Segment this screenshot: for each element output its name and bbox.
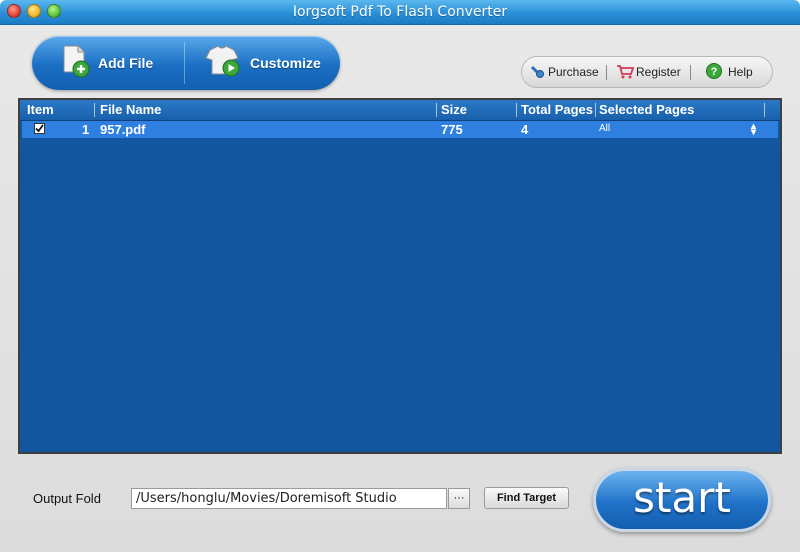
purchase-label: Purchase (548, 65, 599, 79)
row-file-name: 957.pdf (100, 122, 146, 137)
links-separator (606, 65, 607, 80)
column-header-file-name[interactable]: File Name (100, 102, 161, 117)
column-separator (516, 103, 517, 117)
row-checkbox[interactable] (34, 123, 45, 134)
register-link[interactable]: Register (616, 57, 681, 87)
column-header-size[interactable]: Size (441, 102, 467, 117)
customize-label: Customize (250, 55, 321, 71)
start-button[interactable]: start (593, 468, 771, 532)
toolbar-divider (184, 42, 185, 84)
table-header: Item File Name Size Total Pages Selected… (20, 100, 780, 121)
row-size: 775 (441, 122, 463, 137)
output-folder-field[interactable]: /Users/honglu/Movies/Doremisoft Studio (131, 488, 447, 509)
browse-button[interactable]: ··· (448, 488, 470, 509)
column-separator (764, 103, 765, 117)
svg-text:?: ? (711, 66, 718, 78)
table-row[interactable]: 1 957.pdf 775 4 All ▴ ▾ (22, 121, 778, 138)
help-label: Help (728, 65, 753, 79)
title-bar: Iorgsoft Pdf To Flash Converter (0, 0, 800, 25)
find-target-button[interactable]: Find Target (484, 487, 569, 509)
app-window: Iorgsoft Pdf To Flash Converter Add File (0, 0, 800, 552)
row-item-number: 1 (82, 122, 90, 137)
add-file-icon (60, 44, 92, 83)
column-header-total-pages[interactable]: Total Pages (521, 102, 593, 117)
start-label: start (633, 473, 731, 522)
row-selected-pages[interactable]: All (599, 123, 610, 134)
purchase-icon (530, 63, 546, 82)
file-table: Item File Name Size Total Pages Selected… (18, 98, 782, 454)
customize-shirt-icon (204, 44, 244, 83)
customize-button[interactable]: Customize (204, 36, 340, 90)
links-bar: Purchase Register ? Help (521, 56, 773, 88)
register-cart-icon (616, 63, 635, 82)
row-total-pages: 4 (521, 122, 529, 137)
output-folder-label: Output Fold (33, 491, 101, 506)
main-toolbar: Add File Customize (32, 36, 340, 90)
window-title: Iorgsoft Pdf To Flash Converter (292, 4, 508, 20)
register-label: Register (636, 65, 681, 79)
add-file-label: Add File (98, 55, 154, 71)
column-separator (595, 103, 596, 117)
help-link[interactable]: ? Help (706, 57, 753, 87)
column-header-selected-pages[interactable]: Selected Pages (599, 102, 694, 117)
purchase-link[interactable]: Purchase (530, 57, 599, 87)
add-file-button[interactable]: Add File (60, 36, 180, 90)
column-separator (94, 103, 95, 117)
column-header-item[interactable]: Item (27, 102, 54, 117)
links-separator (690, 65, 691, 80)
help-icon: ? (706, 62, 722, 82)
selected-pages-stepper-down-icon[interactable]: ▾ (751, 127, 756, 138)
column-separator (436, 103, 437, 117)
